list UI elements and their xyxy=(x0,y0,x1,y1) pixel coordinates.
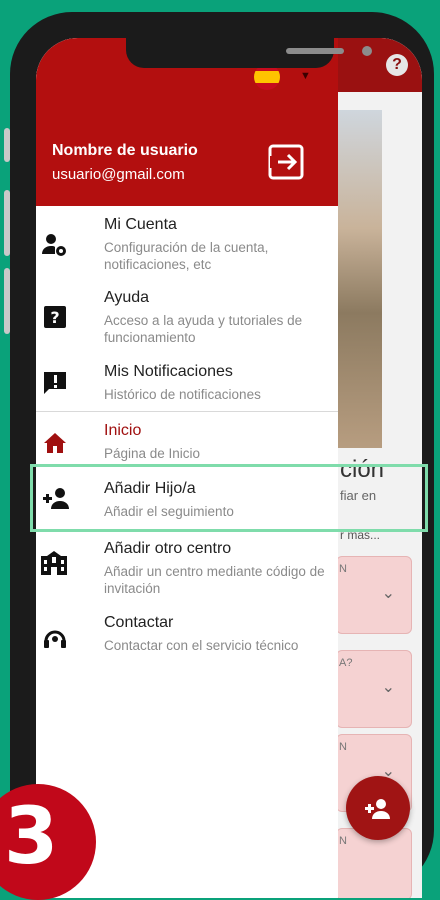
card-text: N xyxy=(339,835,347,847)
menu-item-title: Mi Cuenta xyxy=(104,216,177,233)
caret-down-icon[interactable]: ▼ xyxy=(300,70,311,82)
menu-item-subtitle: Configuración de la cuenta, notificacion… xyxy=(104,240,269,272)
notification-icon xyxy=(44,372,66,394)
classroom-photo xyxy=(336,110,382,448)
card-text: N xyxy=(339,741,347,753)
menu-item-notifications[interactable]: Mis Notificaciones Histórico de notifica… xyxy=(36,356,338,410)
menu-item-add-school[interactable]: Añadir otro centro Añadir un centro medi… xyxy=(36,532,338,604)
menu-item-subtitle: Contactar con el servicio técnico xyxy=(104,638,299,653)
svg-text:?: ? xyxy=(50,308,59,327)
user-name: Nombre de usuario xyxy=(52,142,198,159)
chevron-down-icon: ⌄ xyxy=(381,679,395,696)
phone-notch xyxy=(126,38,372,68)
menu-item-subtitle: Página de Inicio xyxy=(104,446,201,461)
help-icon[interactable]: ? xyxy=(386,54,408,76)
menu-item-help[interactable]: ? Ayuda Acceso a la ayuda y tutoriales d… xyxy=(36,280,338,352)
home-icon xyxy=(44,433,66,453)
add-child-fab[interactable] xyxy=(346,776,410,840)
logout-icon[interactable] xyxy=(268,144,304,180)
menu-item-contact[interactable]: Contactar Contactar con el servicio técn… xyxy=(36,606,338,672)
menu-item-title: Añadir otro centro xyxy=(104,540,232,557)
card-text: N xyxy=(339,563,347,575)
card-text: A? xyxy=(339,657,353,669)
help-icon: ? xyxy=(44,306,66,328)
menu-item-subtitle: Histórico de notificaciones xyxy=(104,387,261,402)
account-settings-icon xyxy=(42,234,66,256)
front-camera xyxy=(362,46,372,56)
menu-divider xyxy=(36,411,338,412)
menu-item-home[interactable]: Inicio Página de Inicio xyxy=(36,414,338,464)
school-icon xyxy=(41,551,67,575)
menu-item-title: Inicio xyxy=(104,422,142,439)
support-icon xyxy=(44,630,66,648)
add-child-icon xyxy=(365,799,390,820)
user-email: usuario@gmail.com xyxy=(52,166,185,183)
step-number: 3 xyxy=(4,792,59,882)
background-header: ? xyxy=(336,38,422,92)
menu-item-title: Mis Notificaciones xyxy=(104,363,233,380)
menu-item-account[interactable]: Mi Cuenta Configuración de la cuenta, no… xyxy=(36,206,338,278)
child-card[interactable]: A? ⌄ xyxy=(336,650,412,728)
chevron-down-icon: ⌄ xyxy=(381,585,395,602)
speaker-grille xyxy=(286,48,344,54)
menu-item-title: Contactar xyxy=(104,614,174,631)
menu-item-title: Ayuda xyxy=(104,289,150,306)
menu-item-subtitle: Acceso a la ayuda y tutoriales de funcio… xyxy=(104,313,303,345)
highlight-box xyxy=(30,464,428,532)
menu-item-subtitle: Añadir un centro mediante código de invi… xyxy=(104,564,325,596)
child-card[interactable]: N ⌄ xyxy=(336,556,412,634)
